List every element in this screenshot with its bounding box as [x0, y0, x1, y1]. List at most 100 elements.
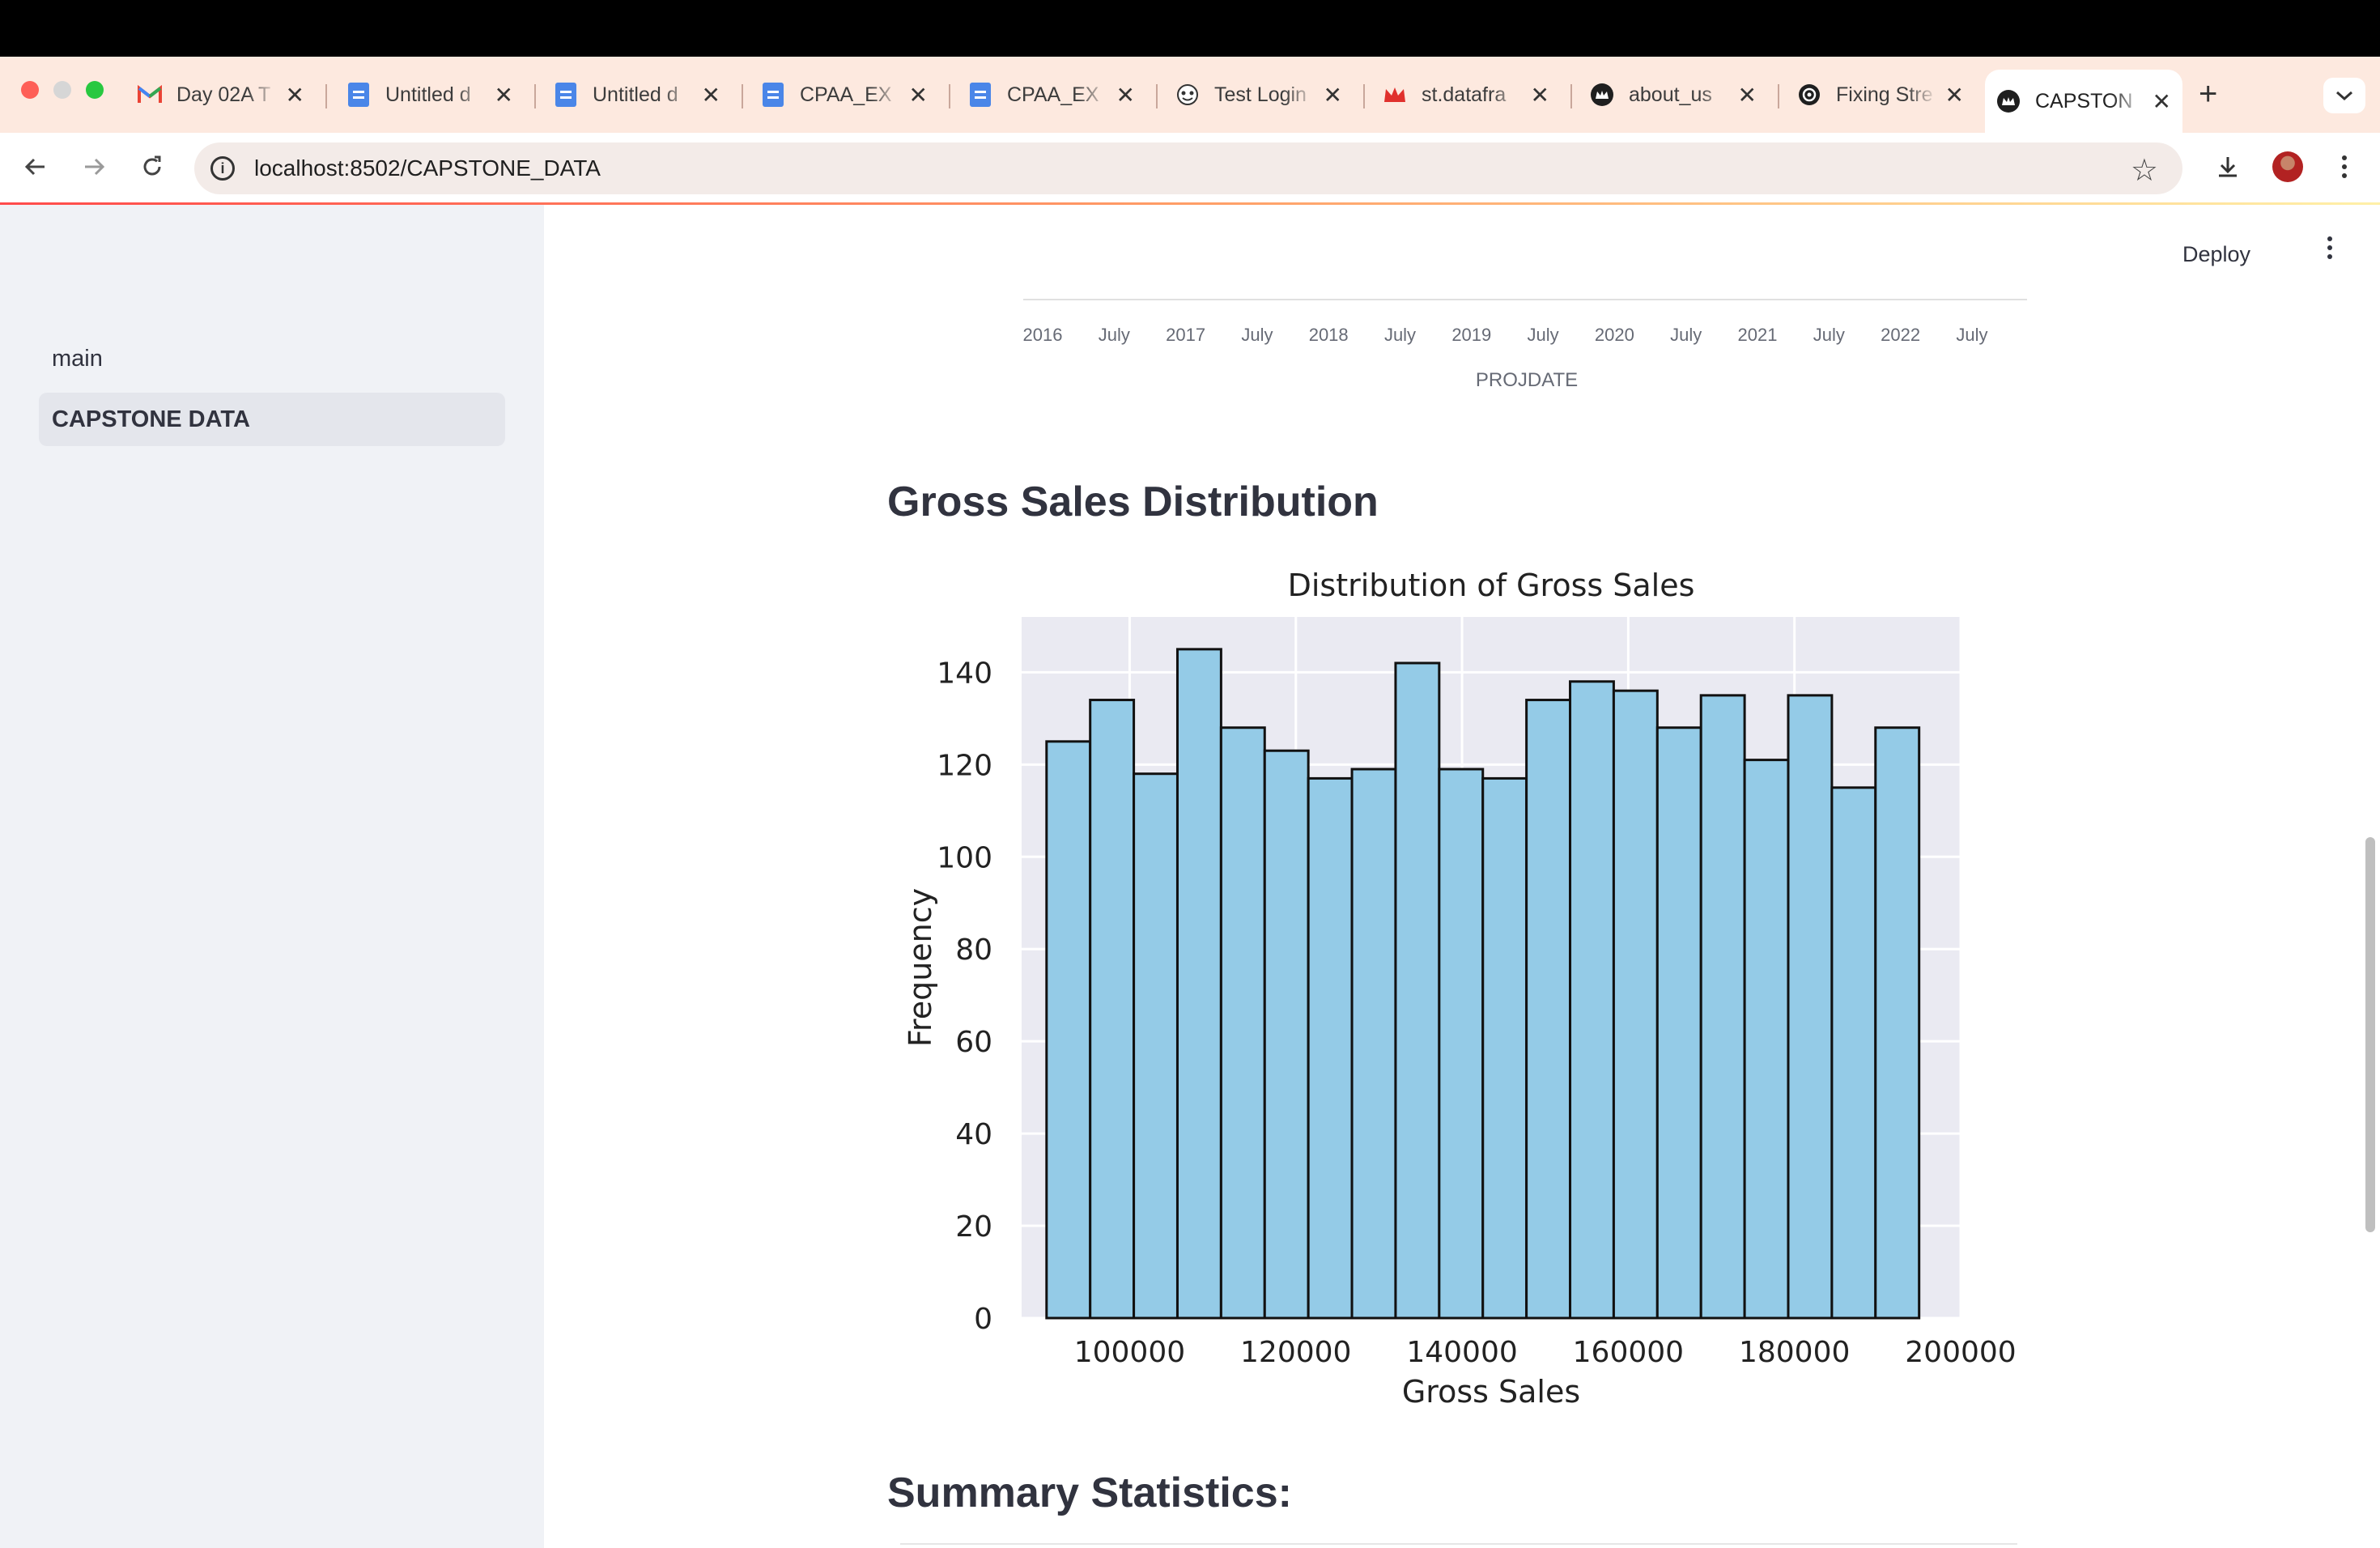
tab-close-icon[interactable]: ✕ [286, 82, 304, 108]
tab-title: about_us [1629, 83, 1712, 106]
tab-title: Test Login [1214, 83, 1307, 106]
tab-close-icon[interactable]: ✕ [495, 82, 513, 108]
sidebar: main CAPSTONE DATA [0, 205, 544, 1548]
tab-separator [949, 84, 950, 108]
tab-close-icon[interactable]: ✕ [1116, 82, 1135, 108]
tab-title: CPAA_EX [800, 83, 892, 106]
streamlit-icon [1590, 83, 1614, 107]
histogram-bar [1219, 726, 1266, 1320]
sidebar-item-capstone-data[interactable]: CAPSTONE DATA [39, 393, 505, 446]
histogram-bar [1045, 740, 1092, 1320]
histogram-bar [1089, 699, 1136, 1320]
browser-tab-active[interactable]: CAPSTON ✕ [1985, 70, 2182, 133]
google-docs-icon [761, 83, 785, 107]
histogram-bar [1830, 786, 1877, 1320]
forward-button[interactable] [73, 146, 115, 188]
histogram-bar [1525, 699, 1572, 1320]
deploy-button[interactable]: Deploy [2182, 242, 2250, 267]
browser-tab[interactable]: Test Login ✕ [1164, 68, 1354, 121]
app-menu-button[interactable] [2327, 236, 2333, 267]
avatar [2272, 151, 2303, 182]
y-tick-labels: 0 20 40 60 80 100 120 140 [937, 657, 992, 1336]
histogram-bar [1175, 648, 1222, 1320]
browser-tab[interactable]: Untitled d ✕ [335, 68, 525, 121]
previous-chart-tick-label: July [1383, 325, 1417, 345]
section-heading-gross-sales: Gross Sales Distribution [887, 478, 1379, 525]
download-icon [2219, 157, 2237, 177]
x-axis-label: Gross Sales [1402, 1374, 1580, 1410]
tab-close-icon[interactable]: ✕ [2153, 88, 2171, 115]
previous-chart-tick-label: 2021 [1737, 325, 1778, 345]
chart-title: Distribution of Gross Sales [1288, 568, 1695, 603]
window-close-button[interactable] [21, 81, 39, 99]
downloads-button[interactable] [2207, 146, 2249, 188]
window-zoom-button[interactable] [86, 81, 104, 99]
google-docs-icon [968, 83, 992, 107]
more-vertical-icon [2342, 155, 2347, 178]
browser-tab[interactable]: Day 02A T ✕ [126, 68, 316, 121]
tab-separator [534, 84, 536, 108]
histogram-bar [1133, 772, 1179, 1320]
bookmark-star-icon[interactable]: ☆ [2131, 152, 2158, 189]
x-tick-label: 140000 [1406, 1336, 1517, 1369]
new-tab-button[interactable]: + [2199, 76, 2217, 113]
histogram-bar [1394, 661, 1441, 1320]
sidebar-item-label: main [52, 345, 103, 372]
previous-chart-tick-label: July [1241, 325, 1273, 345]
site-info-icon[interactable]: i [210, 156, 235, 181]
previous-chart-tick-label: 2017 [1166, 325, 1206, 345]
sidebar-item-main[interactable]: main [39, 332, 505, 385]
previous-chart-tick-label: 2019 [1451, 325, 1492, 345]
openai-icon [1797, 83, 1821, 107]
tab-separator [325, 84, 327, 108]
tab-close-icon[interactable]: ✕ [1738, 82, 1757, 108]
previous-chart-tick-label: 2020 [1594, 325, 1634, 345]
tab-search-button[interactable] [2323, 78, 2365, 113]
tab-close-icon[interactable]: ✕ [702, 82, 720, 108]
page-scrollbar-thumb[interactable] [2365, 837, 2375, 1232]
window-minimize-button[interactable] [53, 81, 71, 99]
previous-chart-tick-label: July [1098, 325, 1130, 345]
x-tick-label: 200000 [1905, 1336, 2016, 1369]
browser-tab[interactable]: CPAA_EX ✕ [750, 68, 939, 121]
tab-close-icon[interactable]: ✕ [909, 82, 928, 108]
crown-icon [1383, 83, 1407, 107]
reload-button[interactable] [131, 146, 173, 188]
browser-tab[interactable]: about_us ✕ [1579, 68, 1768, 121]
tab-title: Untitled d [385, 83, 471, 106]
tab-title: Untitled d [593, 83, 678, 106]
previous-chart-tick-label: July [1670, 325, 1702, 345]
tab-close-icon[interactable]: ✕ [1324, 82, 1342, 108]
y-tick-label: 120 [937, 749, 992, 782]
browser-chrome: Day 02A T ✕ Untitled d ✕ Untitled d ✕ CP… [0, 57, 2380, 204]
histogram-bar [1481, 776, 1528, 1320]
x-tick-label: 120000 [1240, 1336, 1351, 1369]
browser-tab[interactable]: CPAA_EX ✕ [957, 68, 1146, 121]
tab-close-icon[interactable]: ✕ [1531, 82, 1549, 108]
reload-icon [143, 155, 161, 176]
y-tick-label: 80 [955, 933, 992, 967]
previous-chart-tick-label: 2016 [1022, 325, 1063, 345]
browser-tab[interactable]: Untitled d ✕ [542, 68, 732, 121]
tab-separator [1778, 84, 1779, 108]
x-tick-labels: 100000 120000 140000 160000 180000 200000 [1074, 1336, 2017, 1369]
browser-menu-button[interactable] [2323, 146, 2365, 188]
back-button[interactable] [15, 146, 57, 188]
browser-tab[interactable]: Fixing Stre ✕ [1786, 68, 1975, 121]
histogram-bar [1655, 726, 1702, 1320]
histogram-bar [1874, 726, 1921, 1320]
histogram-bar [1438, 768, 1485, 1320]
y-tick-label: 20 [955, 1210, 992, 1244]
y-axis-label: Frequency [903, 888, 938, 1047]
chevron-down-icon [2336, 91, 2352, 101]
histogram-bar [1787, 694, 1834, 1320]
tab-close-icon[interactable]: ✕ [1945, 82, 1964, 108]
tab-title: Day 02A T [176, 83, 271, 106]
section-heading-summary-statistics: Summary Statistics: [887, 1469, 1292, 1516]
tab-separator [1570, 84, 1572, 108]
address-bar[interactable]: i localhost:8502/CAPSTONE_DATA ☆ [194, 142, 2182, 194]
profile-button[interactable] [2267, 146, 2309, 188]
previous-chart-tick-label: 2022 [1881, 325, 1921, 345]
browser-tab[interactable]: st.datafra ✕ [1371, 68, 1561, 121]
histogram-bar [1699, 694, 1746, 1320]
